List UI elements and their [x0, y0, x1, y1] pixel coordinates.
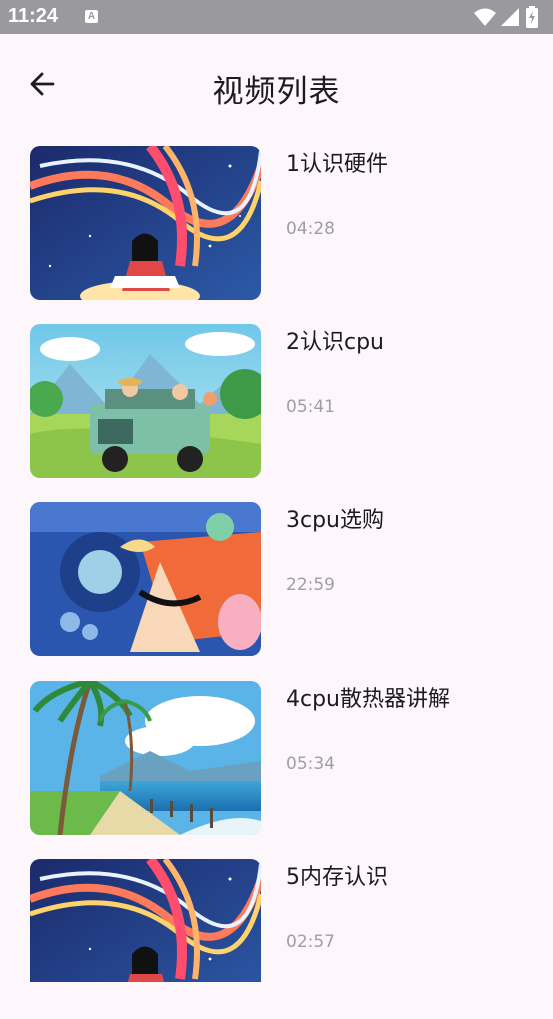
- video-list-item[interactable]: 3cpu选购 22:59: [0, 502, 553, 662]
- video-title: 4cpu散热器讲解: [286, 687, 451, 712]
- notification-a-icon: A: [85, 10, 98, 23]
- video-thumbnail: [30, 859, 261, 982]
- signal-icon: [501, 8, 519, 26]
- video-title: 3cpu选购: [286, 508, 385, 533]
- video-title: 1认识硬件: [286, 152, 388, 177]
- status-icons: [473, 6, 545, 28]
- wifi-icon: [474, 8, 496, 26]
- video-duration: 02:57: [286, 932, 335, 952]
- video-title: 2认识cpu: [286, 330, 385, 355]
- video-thumbnail: [30, 324, 261, 478]
- video-duration: 05:34: [286, 754, 335, 774]
- status-time: 11:24: [8, 5, 59, 27]
- battery-icon: [526, 6, 538, 28]
- app-bar: 视频列表: [0, 34, 553, 136]
- video-list-item[interactable]: 2认识cpu 05:41: [0, 324, 553, 484]
- video-list-item[interactable]: 5内存认识 02:57: [0, 859, 553, 1019]
- video-thumbnail: [30, 502, 261, 656]
- video-duration: 05:41: [286, 397, 335, 417]
- video-duration: 22:59: [286, 575, 335, 595]
- video-duration: 04:28: [286, 219, 335, 239]
- video-title: 5内存认识: [286, 865, 388, 890]
- video-thumbnail: [30, 681, 261, 835]
- page-title: 视频列表: [212, 74, 341, 110]
- video-thumbnail: [30, 146, 261, 300]
- video-list-item[interactable]: 4cpu散热器讲解 05:34: [0, 681, 553, 841]
- status-bar: 11:24 A: [0, 0, 553, 34]
- video-list-item[interactable]: 1认识硬件 04:28: [0, 146, 553, 306]
